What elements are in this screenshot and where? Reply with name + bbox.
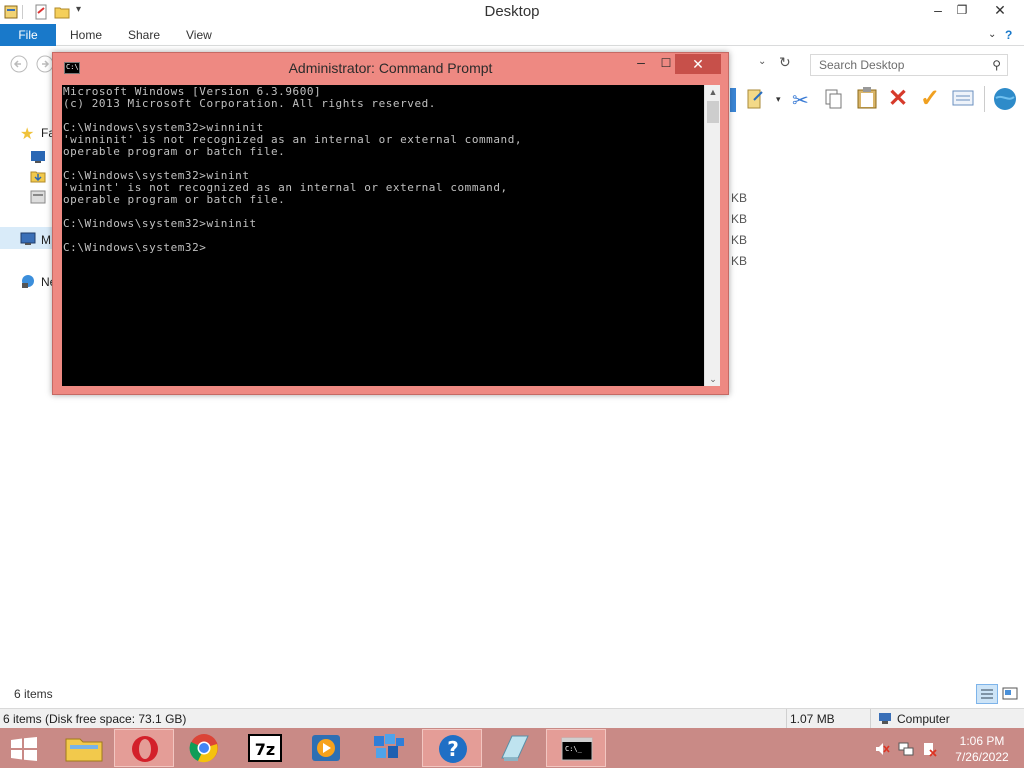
details-divider [870, 709, 871, 729]
console-area[interactable]: Microsoft Windows [Version 6.3.9600] (c)… [62, 85, 704, 386]
taskbar-opera-button[interactable] [114, 729, 174, 767]
edit-icon[interactable] [746, 88, 766, 110]
search-input[interactable]: Search Desktop ⚲ [810, 54, 1008, 76]
svg-text:?: ? [447, 737, 459, 761]
details-divider [786, 709, 787, 729]
cmd-window[interactable]: C:\ Administrator: Command Prompt – ☐ ✕ … [52, 52, 729, 395]
cmd-scrollbar[interactable]: ▲ ⌄ [704, 85, 720, 386]
desktop-icon[interactable] [30, 150, 46, 164]
downloads-icon[interactable] [30, 168, 46, 184]
file-size: KB [731, 212, 748, 226]
details-bar: 6 items (Disk free space: 73.1 GB) 1.07 … [0, 708, 1024, 729]
clock-date: 7/26/2022 [955, 750, 1009, 764]
svg-text:7z: 7z [255, 740, 275, 759]
taskbar-clock[interactable]: 1:06 PM 7/26/2022 [944, 733, 1020, 765]
ribbon-toolbar: ▾ ✂ ✕ ✓ [730, 84, 1024, 116]
toolbar-divider [984, 86, 985, 112]
explorer-close-button[interactable]: ✕ [985, 0, 1015, 22]
cmd-close-button[interactable]: ✕ [675, 54, 721, 74]
chrome-icon [189, 734, 218, 763]
taskbar-tiles-button[interactable] [358, 729, 418, 767]
taskbar-help-button[interactable]: ? [422, 729, 482, 767]
tab-view[interactable]: View [186, 24, 212, 46]
globe-icon[interactable] [992, 86, 1018, 112]
console-output: Microsoft Windows [Version 6.3.9600] (c)… [63, 85, 523, 254]
cut-icon[interactable]: ✂ [792, 88, 809, 113]
notepad-icon [501, 735, 529, 761]
app-tiles-icon [374, 734, 404, 758]
paste-icon[interactable] [856, 86, 878, 110]
details-summary: 6 items (Disk free space: 73.1 GB) [3, 712, 187, 726]
start-icon [11, 737, 37, 761]
rename-check-icon[interactable]: ✓ [920, 84, 940, 113]
nav-item-computer[interactable]: M [41, 233, 51, 247]
help-icon[interactable]: ? [1005, 24, 1012, 46]
recent-places-icon[interactable] [30, 190, 46, 204]
taskbar-7zip-button[interactable]: 7z [236, 729, 296, 767]
action-center-icon[interactable] [921, 741, 937, 757]
refresh-icon[interactable]: ↻ [779, 54, 791, 71]
explorer-maximize-button[interactable]: ❐ [947, 0, 977, 22]
help-icon: ? [439, 735, 467, 763]
favorites-icon: ★ [20, 126, 35, 143]
ribbon-tabs: File Home Share View ⌄ ? [0, 24, 1024, 46]
tab-file[interactable]: File [0, 24, 56, 46]
file-size: KB [731, 233, 748, 247]
scroll-thumb[interactable] [707, 101, 719, 123]
large-icons-view-icon[interactable] [1002, 686, 1018, 702]
computer-icon[interactable] [20, 232, 36, 246]
taskbar-media-button[interactable] [296, 729, 356, 767]
cmd-minimize-button[interactable]: – [628, 54, 654, 74]
taskbar-chrome-button[interactable] [176, 729, 236, 767]
clock-time: 1:06 PM [959, 734, 1005, 748]
explorer-title: Desktop [484, 3, 540, 20]
copy-icon[interactable] [824, 88, 844, 110]
tab-share[interactable]: Share [128, 24, 160, 46]
properties-card-icon[interactable] [952, 90, 974, 106]
search-icon[interactable]: ⚲ [992, 55, 1001, 75]
opera-icon [132, 736, 158, 762]
back-icon[interactable] [10, 55, 28, 73]
cmd-title: Administrator: Command Prompt [288, 60, 493, 76]
command-prompt-icon: C:\_ [561, 737, 593, 761]
file-explorer-icon [65, 738, 103, 762]
delete-icon[interactable]: ✕ [888, 84, 908, 113]
items-count: 6 items [14, 687, 53, 701]
details-view-icon[interactable] [976, 684, 998, 704]
7zip-icon: 7z [248, 734, 282, 762]
details-size: 1.07 MB [790, 712, 835, 726]
taskbar-cmd-button[interactable]: C:\_ [546, 729, 606, 767]
taskbar-notepad-button[interactable] [484, 729, 544, 767]
search-placeholder: Search Desktop [819, 58, 905, 72]
tab-home[interactable]: Home [70, 24, 102, 46]
edit-dropdown-icon[interactable]: ▾ [776, 94, 781, 105]
taskbar-explorer-button[interactable] [54, 729, 114, 767]
volume-muted-icon[interactable] [874, 741, 890, 757]
ribbon-expand-icon[interactable]: ⌄ [988, 24, 996, 46]
computer-icon [879, 713, 891, 724]
network-icon[interactable] [20, 273, 36, 289]
media-player-icon [312, 735, 340, 761]
file-size: KB [731, 191, 748, 205]
explorer-titlebar: ▾ Desktop – ❐ ✕ [0, 0, 1024, 24]
selection-edge-icon [730, 88, 736, 112]
scroll-down-icon[interactable]: ⌄ [705, 372, 721, 386]
svg-text:C:\_: C:\_ [565, 745, 583, 753]
file-size: KB [731, 254, 748, 268]
network-tray-icon[interactable] [898, 741, 914, 757]
start-button[interactable] [0, 729, 52, 767]
scroll-up-icon[interactable]: ▲ [705, 85, 721, 99]
details-location: Computer [897, 712, 950, 726]
address-dropdown-icon[interactable]: ⌄ [758, 56, 766, 67]
